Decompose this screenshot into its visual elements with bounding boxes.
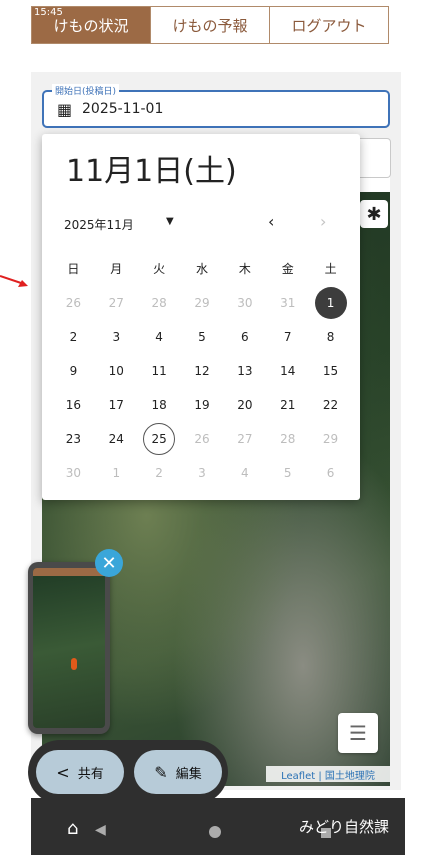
selected-date-header: 11月1日(土) bbox=[66, 154, 237, 189]
share-button[interactable]: < 共有 bbox=[36, 750, 124, 794]
day-cell: 6 bbox=[326, 466, 335, 480]
day-cell[interactable]: 24 bbox=[95, 422, 138, 456]
day-cell[interactable]: 13 bbox=[223, 354, 266, 388]
day-cell: 2 bbox=[155, 466, 163, 480]
action-bar: < 共有 ✎ 編集 bbox=[28, 740, 228, 804]
weekday-label: 木 bbox=[238, 262, 251, 276]
day-cell: 30 bbox=[65, 466, 82, 480]
share-label: 共有 bbox=[77, 766, 104, 782]
edit-label: 編集 bbox=[175, 766, 202, 782]
day-cell-today[interactable]: 25 bbox=[138, 422, 181, 456]
weekday-label: 水 bbox=[195, 262, 208, 276]
day-cell[interactable]: 4 bbox=[138, 320, 181, 354]
day-cell[interactable]: 16 bbox=[52, 388, 95, 422]
marker-icon bbox=[71, 658, 77, 670]
screenshot-thumbnail[interactable] bbox=[28, 562, 110, 734]
tab-kemono-forecast[interactable]: けもの予報 bbox=[150, 7, 269, 43]
day-cell[interactable]: 20 bbox=[223, 388, 266, 422]
layers-icon[interactable]: ☰ bbox=[338, 713, 378, 753]
edit-button[interactable]: ✎ 編集 bbox=[134, 750, 222, 794]
day-cell[interactable]: 17 bbox=[95, 388, 138, 422]
day-cell: 29 bbox=[322, 432, 339, 446]
day-cell: 26 bbox=[194, 432, 210, 446]
day-cell[interactable]: 21 bbox=[266, 388, 309, 422]
day-cell: 4 bbox=[241, 466, 249, 480]
top-tabs: けもの状況 けもの予報 ログアウト bbox=[31, 6, 389, 44]
close-icon[interactable]: ✕ bbox=[95, 549, 123, 577]
thumbnail-bar bbox=[33, 568, 105, 576]
month-selector[interactable]: 2025年11月 bbox=[64, 216, 134, 233]
day-cell[interactable]: 7 bbox=[266, 320, 309, 354]
weekday-label: 金 bbox=[281, 262, 294, 276]
thumbnail-image bbox=[33, 568, 105, 728]
pencil-icon: ✎ bbox=[154, 762, 168, 782]
status-clock: 15:45 bbox=[34, 7, 63, 18]
day-cell[interactable]: 10 bbox=[95, 354, 138, 388]
back-icon[interactable]: ◀ bbox=[95, 822, 106, 838]
map-attribution[interactable]: Leaflet | 国土地理院 bbox=[266, 766, 390, 782]
home-icon[interactable]: ⌂ bbox=[67, 818, 78, 839]
day-cell-selected[interactable]: 1 bbox=[309, 286, 352, 320]
arrow-icon bbox=[0, 275, 28, 287]
day-cell: 3 bbox=[198, 466, 206, 480]
day-cell[interactable]: 3 bbox=[95, 320, 138, 354]
chevron-left-icon[interactable]: ‹ bbox=[268, 212, 274, 231]
start-date-value: 2025-11-01 bbox=[82, 101, 164, 117]
day-cell[interactable]: 5 bbox=[181, 320, 224, 354]
day-cell: 31 bbox=[280, 296, 296, 310]
day-cell[interactable]: 11 bbox=[138, 354, 181, 388]
day-cell[interactable]: 15 bbox=[309, 354, 352, 388]
day-cell: 28 bbox=[280, 432, 296, 446]
day-cell[interactable]: 22 bbox=[309, 388, 352, 422]
day-cell[interactable]: 6 bbox=[223, 320, 266, 354]
home-circle-icon[interactable] bbox=[209, 826, 221, 838]
day-cell[interactable]: 14 bbox=[266, 354, 309, 388]
day-cell: 26 bbox=[65, 296, 82, 310]
day-cell: 5 bbox=[283, 466, 292, 480]
weekday-label: 火 bbox=[153, 262, 166, 276]
date-picker: 11月1日(土) 2025年11月 ▼ ‹ › 日 月 火 水 木 金 土 26… bbox=[42, 134, 360, 500]
bottom-nav: ⌂ ◀ みどり自然課 bbox=[31, 798, 405, 855]
calendar-grid: 26 27 28 29 30 31 1 2 3 4 5 6 7 8 9 10 1… bbox=[52, 286, 352, 490]
day-cell[interactable]: 19 bbox=[181, 388, 224, 422]
start-date-field[interactable]: 開始日(投稿日) ▦ 2025-11-01 bbox=[42, 84, 390, 128]
gear-icon[interactable]: ✱ bbox=[360, 200, 388, 228]
day-cell: 29 bbox=[194, 296, 210, 310]
day-cell[interactable]: 2 bbox=[52, 320, 95, 354]
day-cell: 27 bbox=[108, 296, 124, 310]
day-cell[interactable]: 9 bbox=[52, 354, 95, 388]
day-cell: 30 bbox=[237, 296, 253, 310]
weekday-label: 日 bbox=[67, 262, 80, 276]
weekday-label: 月 bbox=[110, 262, 123, 276]
day-cell: 27 bbox=[237, 432, 253, 446]
day-cell[interactable]: 12 bbox=[181, 354, 224, 388]
day-cell[interactable]: 18 bbox=[138, 388, 181, 422]
day-cell: 1 bbox=[112, 466, 121, 480]
weekday-header: 日 月 火 水 木 金 土 bbox=[52, 260, 352, 277]
weekday-label: 土 bbox=[324, 262, 337, 276]
share-icon: < bbox=[56, 762, 70, 782]
day-cell[interactable]: 8 bbox=[309, 320, 352, 354]
start-date-label: 開始日(投稿日) bbox=[52, 84, 120, 97]
day-cell: 28 bbox=[151, 296, 167, 310]
chevron-right-icon[interactable]: › bbox=[320, 212, 326, 231]
tab-logout[interactable]: ログアウト bbox=[269, 7, 388, 43]
caret-down-icon[interactable]: ▼ bbox=[166, 216, 174, 227]
calendar-icon: ▦ bbox=[57, 100, 73, 119]
day-cell[interactable]: 23 bbox=[52, 422, 95, 456]
brand-label: みどり自然課 bbox=[299, 818, 390, 836]
